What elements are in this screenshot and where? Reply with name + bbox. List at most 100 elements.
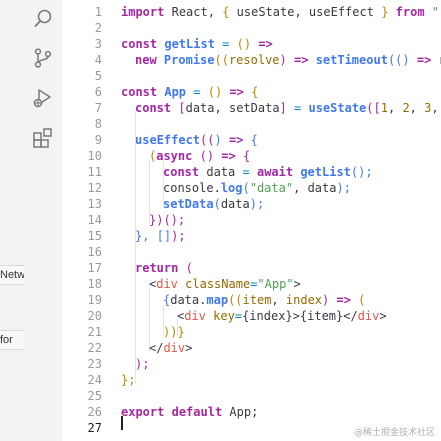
bracket: }, [135,229,150,243]
line-number: 20 [87,309,102,323]
operator: = [242,165,250,179]
bracket: }; [121,373,136,387]
bracket: [] [156,229,172,243]
line-number: 8 [94,117,102,131]
code-line-24: }; [121,372,135,388]
jsx-expression: {index} [242,309,293,323]
keyword: default [171,405,223,419]
punctuation: </ [343,309,358,323]
identifier: React [171,5,208,19]
identifier: console [163,181,214,195]
text-cursor [121,416,123,430]
jsx-attribute: className [185,277,251,291]
line-number: 24 [87,373,102,387]
identifier: App [229,405,252,419]
punctuation: , [271,293,279,307]
line-number: 25 [87,389,102,403]
keyword: import [121,5,165,19]
line-number: 1 [94,5,102,19]
code-line-12: console.log("data", data); [163,180,351,196]
line-number: 15 [87,229,102,243]
punctuation: , [387,101,396,115]
class-name: Promise [163,53,215,67]
keyword: await [256,165,294,179]
punctuation: , [409,101,417,115]
string: "re [431,5,441,19]
bracket: (() [387,53,410,67]
bracket: { [250,133,258,147]
keyword: return [135,261,179,275]
bracket: ( [213,197,221,211]
bracket: ( [185,261,193,275]
line-number: 10 [87,149,102,163]
bracket: (( [228,293,243,307]
line-number: 18 [87,277,102,291]
bracket: (( [200,133,215,147]
keyword: new [135,53,157,67]
identifier: setData [228,101,280,115]
number: 1 [380,101,388,115]
punctuation: > [185,341,193,355]
function-name: setData [163,197,214,211]
punctuation: , [293,181,301,195]
keyword: export [121,405,165,419]
jsx-tag: div [184,309,206,323]
search-button[interactable] [24,2,62,36]
punctuation: , [207,5,215,19]
code-line-7: const [data, setData] = useState([1, 2, … [135,100,441,116]
line-number: 4 [94,53,102,67]
bracket: ] [279,101,287,115]
keyword: from [395,5,425,19]
line-number: 3 [94,37,102,51]
code-line-19: {data.map((item, index) => ( [163,292,365,308]
arrow: => [229,85,244,99]
line-number: 19 [87,293,102,307]
run-debug-button[interactable] [24,81,62,115]
side-panel-tab-network[interactable]: Netw [0,265,24,285]
line-number: 22 [87,341,102,355]
punctuation: , [431,101,439,115]
code-area[interactable]: import React, { useState, useEffect } fr… [121,0,441,441]
code-line-9: useEffect(() => { [135,132,258,148]
code-line-26: export default App; [121,404,258,420]
punctuation: , [214,101,222,115]
arrow: => [416,53,432,67]
punctuation: </ [149,341,164,355]
code-line-15: }, []); [135,228,186,244]
line-number: 11 [87,165,102,179]
code-line-3: const getList = () => [121,36,273,52]
bracket: })(); [149,213,186,227]
line-number: 14 [87,213,102,227]
arrow: => [336,293,351,307]
bracket: ); [249,197,265,211]
code-editor[interactable]: 1 2 3 4 5 6 7 8 9 10 11 12 13 14 15 16 17 18 19 20 21 22 23 24 2… [62,0,441,441]
bracket: ( [358,293,366,307]
side-panel-tab-for[interactable]: for [0,330,24,350]
code-line-10: (async () => { [149,148,250,164]
code-line-1: import React, { useState, useEffect } fr… [121,4,441,20]
bracket: ); [135,357,150,371]
operator: = [193,85,201,99]
activity-bar [24,0,62,441]
keyword: const [121,37,158,51]
extensions-button[interactable] [24,121,62,155]
identifier: useState [236,5,295,19]
code-line-11: const data = await getList(); [163,164,373,180]
indent-guide [135,112,136,384]
operator: = [222,37,230,51]
punctuation: . [213,181,221,195]
bracket: (); [350,165,373,179]
code-line-20: <div key={index}>{item}</div> [177,308,387,324]
line-number: 7 [94,101,102,115]
arrow: => [294,53,309,67]
jsx-tag: div [357,309,380,323]
source-control-button[interactable] [24,41,62,75]
punctuation: , [294,5,302,19]
code-line-4: new Promise((resolve) => setTimeout(() =… [135,52,441,68]
arrow: => [258,37,273,51]
bracket: ); [336,181,351,195]
code-line-6: const App = () => { [121,84,258,100]
keyword: const [121,85,158,99]
line-number-gutter: 1 2 3 4 5 6 7 8 9 10 11 12 13 14 15 16 17 18 19 20 21 22 23 24 2… [62,0,102,441]
arrow: => [228,133,244,147]
